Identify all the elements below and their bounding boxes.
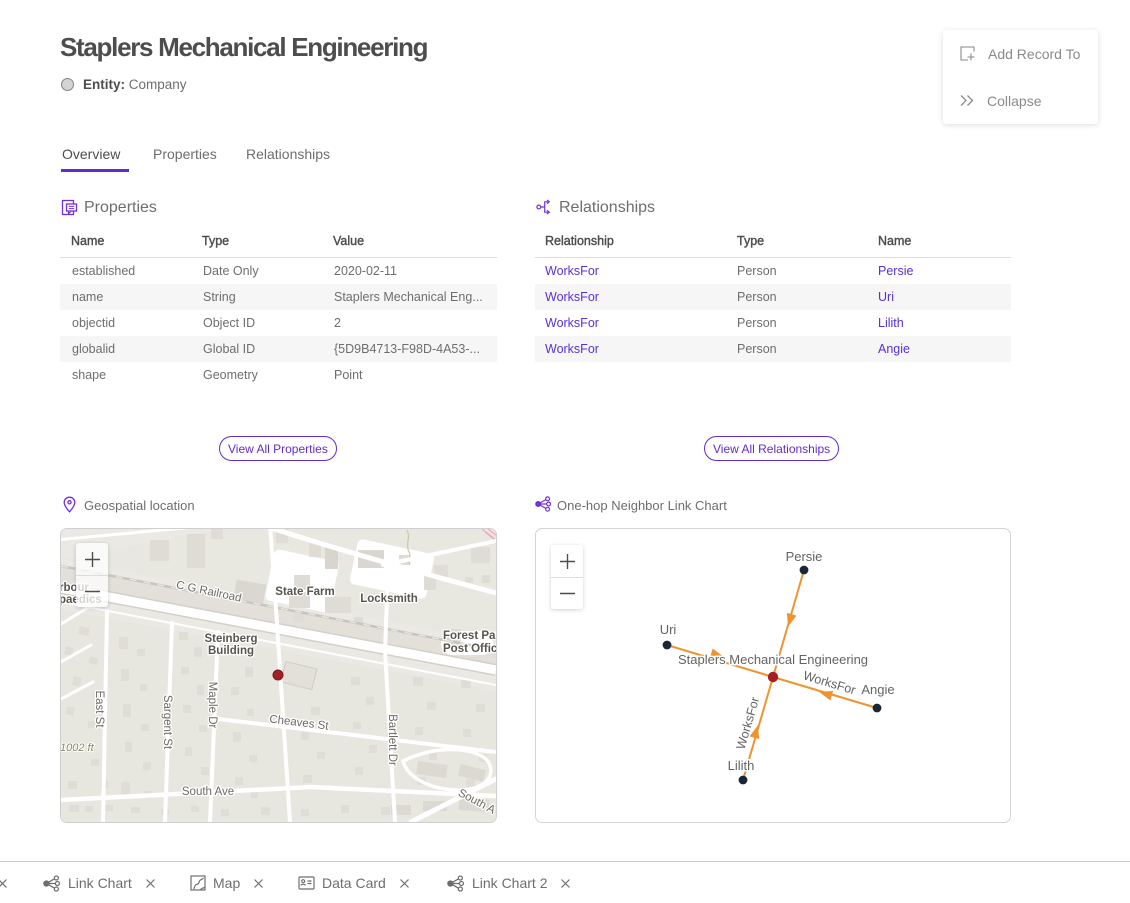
svg-text:Staplers Mechanical Engineerin: Staplers Mechanical Engineering [678, 652, 868, 667]
svg-text:Sargent St: Sargent St [161, 695, 173, 750]
svg-text:East St: East St [93, 690, 105, 728]
svg-text:Post Office: Post Office [443, 643, 496, 655]
svg-text:Building: Building [208, 645, 254, 657]
svg-text:Maple Dr: Maple Dr [206, 682, 218, 729]
svg-text:Angie: Angie [861, 682, 894, 697]
svg-text:1002 ft: 1002 ft [61, 742, 95, 754]
svg-text:Forest Park: Forest Park [443, 630, 496, 642]
svg-text:Uri: Uri [660, 622, 677, 637]
svg-text:Steinberg: Steinberg [204, 633, 257, 645]
svg-text:Locksmith: Locksmith [360, 593, 418, 605]
svg-text:Lilith: Lilith [728, 758, 755, 773]
svg-text:WorksFor: WorksFor [734, 695, 762, 751]
svg-text:Bartlett Dr: Bartlett Dr [386, 714, 398, 766]
svg-text:South Ave: South Ave [182, 786, 234, 798]
svg-text:Persie: Persie [786, 549, 823, 564]
svg-text:State Farm: State Farm [275, 586, 334, 598]
